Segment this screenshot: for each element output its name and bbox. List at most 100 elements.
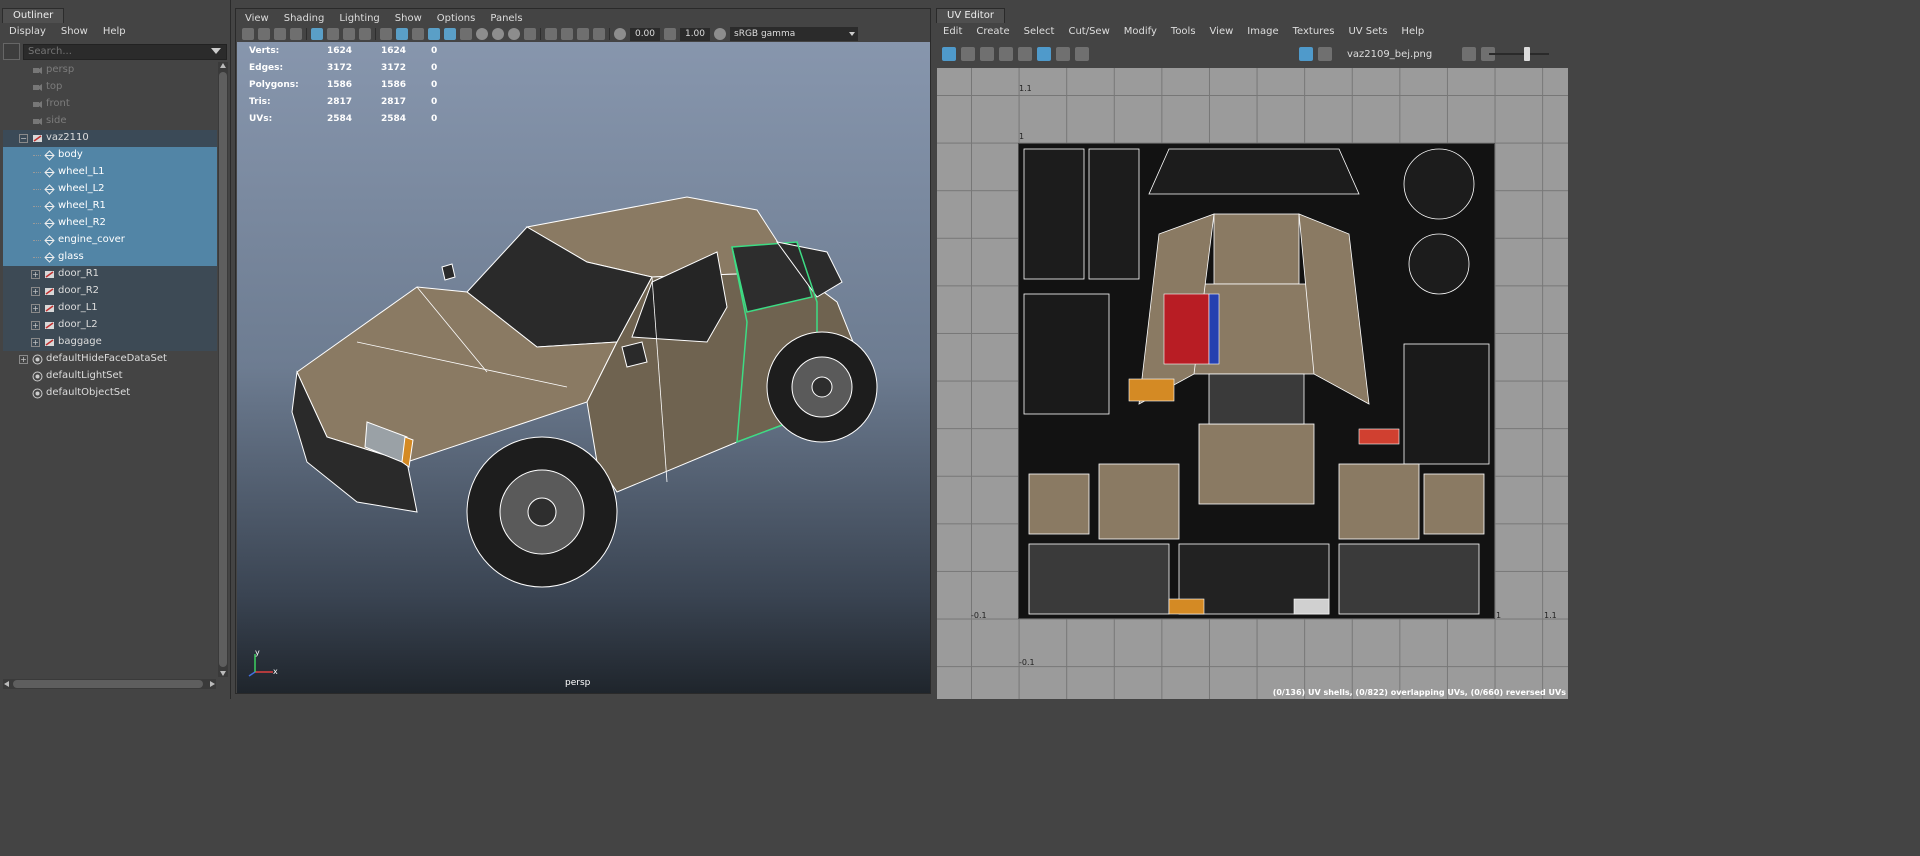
menu-display[interactable]: Display [9,26,46,37]
outliner-item-defaultobjectset[interactable]: defaultObjectSet [3,385,217,402]
wireframe-icon[interactable] [380,28,392,40]
menu-panels[interactable]: Panels [490,13,522,24]
uv-grid-canvas[interactable]: 1.1 1 -0.1 -0.1 1 1.1 (0/136) UV shells,… [937,68,1568,699]
menu-modify[interactable]: Modify [1124,26,1157,37]
viewport-3d-scene[interactable]: Verts: 1624 1624 0 Edges: 3172 3172 0 Polygons: 1… [237,42,930,693]
camera-attributes-icon[interactable] [258,28,270,40]
menu-textures[interactable]: Textures [1293,26,1335,37]
menu-view[interactable]: View [245,13,269,24]
default-material-icon[interactable] [412,28,424,40]
exposure-field[interactable]: 0.00 [630,27,660,41]
outliner-item-side[interactable]: side [3,113,217,130]
scroll-left-icon[interactable] [4,681,9,687]
display-image-icon[interactable] [1299,47,1313,61]
scroll-down-icon[interactable] [220,671,226,676]
gamma-field[interactable]: 1.00 [680,27,710,41]
outliner-vscrollbar[interactable] [218,62,228,677]
menu-create[interactable]: Create [976,26,1009,37]
outliner-item-door-r1[interactable]: + door_R1 [3,266,217,283]
color-management-icon[interactable] [714,28,726,40]
uv-exposure-icon[interactable] [1462,47,1477,61]
expand-icon[interactable]: + [31,287,40,296]
outliner-item-wheel-r2[interactable]: wheel_R2 [3,215,217,232]
xray-joints-icon[interactable] [577,28,589,40]
menu-lighting[interactable]: Lighting [339,13,379,24]
outliner-item-door-r2[interactable]: + door_R2 [3,283,217,300]
filter-icon[interactable] [3,43,20,60]
xray-active-icon[interactable] [593,28,605,40]
bookmark-icon[interactable] [274,28,286,40]
uv-snapshot-icon[interactable] [1075,47,1089,61]
collapse-icon[interactable]: − [19,134,28,143]
uv-flip-icon[interactable] [980,47,994,61]
uv-texture-tile[interactable] [1018,143,1495,619]
ambient-occlusion-icon[interactable] [492,28,504,40]
expand-icon[interactable]: + [31,270,40,279]
uv-shell-icon[interactable] [942,47,956,61]
outliner-item-door-l1[interactable]: + door_L1 [3,300,217,317]
exposure-icon[interactable] [614,28,626,40]
hscroll-thumb[interactable] [13,680,203,688]
uv-filter-icon[interactable] [1056,47,1070,61]
outliner-item-glass[interactable]: glass [3,249,217,266]
menu-select[interactable]: Select [1024,26,1055,37]
outliner-item-body[interactable]: body [3,147,217,164]
resolution-gate-icon[interactable] [343,28,355,40]
menu-help[interactable]: Help [103,26,126,37]
outliner-item-baggage[interactable]: + baggage [3,334,217,351]
wireframe-on-shaded-icon[interactable] [428,28,440,40]
dim-image-icon[interactable] [1318,47,1332,61]
color-space-select[interactable]: sRGB gamma [730,27,858,41]
textured-icon[interactable] [444,28,456,40]
search-dropdown-icon[interactable] [211,47,221,54]
menu-show[interactable]: Show [395,13,422,24]
gate-mask-icon[interactable] [359,28,371,40]
outliner-item-wheel-l1[interactable]: wheel_L1 [3,164,217,181]
expand-icon[interactable]: + [31,321,40,330]
expand-icon[interactable]: + [31,304,40,313]
shadows-icon[interactable] [476,28,488,40]
outliner-item-door-l2[interactable]: + door_L2 [3,317,217,334]
expand-icon[interactable]: + [19,355,28,364]
uv-align-icon[interactable] [961,47,975,61]
lights-icon[interactable] [460,28,472,40]
scroll-up-icon[interactable] [220,63,226,68]
uv-editor-tab[interactable]: UV Editor [936,8,1005,23]
xray-icon[interactable] [561,28,573,40]
outliner-item-engine-cover[interactable]: engine_cover [3,232,217,249]
isolate-select-icon[interactable] [545,28,557,40]
uv-checker-icon[interactable] [1037,47,1051,61]
menu-help[interactable]: Help [1401,26,1424,37]
menu-cut-sew[interactable]: Cut/Sew [1068,26,1109,37]
menu-uv-sets[interactable]: UV Sets [1348,26,1387,37]
anti-aliasing-icon[interactable] [524,28,536,40]
motion-blur-icon[interactable] [508,28,520,40]
smooth-shade-icon[interactable] [396,28,408,40]
outliner-item-persp[interactable]: persp [3,62,217,79]
outliner-tab[interactable]: Outliner [2,8,65,23]
expand-icon[interactable]: + [31,338,40,347]
film-gate-icon[interactable] [327,28,339,40]
menu-show[interactable]: Show [61,26,88,37]
brightness-slider-track[interactable] [1489,53,1549,55]
search-input[interactable] [23,43,227,60]
outliner-item-top[interactable]: top [3,79,217,96]
outliner-item-wheel-r1[interactable]: wheel_R1 [3,198,217,215]
scroll-thumb[interactable] [219,72,227,667]
menu-edit[interactable]: Edit [943,26,962,37]
outliner-item-defaulthidefacedataset[interactable]: + defaultHideFaceDataSet [3,351,217,368]
menu-options[interactable]: Options [437,13,476,24]
outliner-item-wheel-l2[interactable]: wheel_L2 [3,181,217,198]
outliner-item-vaz2110[interactable]: − vaz2110 [3,130,217,147]
scroll-right-icon[interactable] [210,681,215,687]
texture-select[interactable]: vaz2109_bej.png [1347,49,1432,60]
outliner-item-front[interactable]: front [3,96,217,113]
menu-tools[interactable]: Tools [1171,26,1196,37]
uv-layout-icon[interactable] [1018,47,1032,61]
outliner-hscrollbar[interactable] [3,679,216,689]
menu-view[interactable]: View [1210,26,1234,37]
select-camera-icon[interactable] [242,28,254,40]
outliner-item-defaultlightset[interactable]: defaultLightSet [3,368,217,385]
car-model[interactable] [237,42,930,693]
image-plane-icon[interactable] [290,28,302,40]
